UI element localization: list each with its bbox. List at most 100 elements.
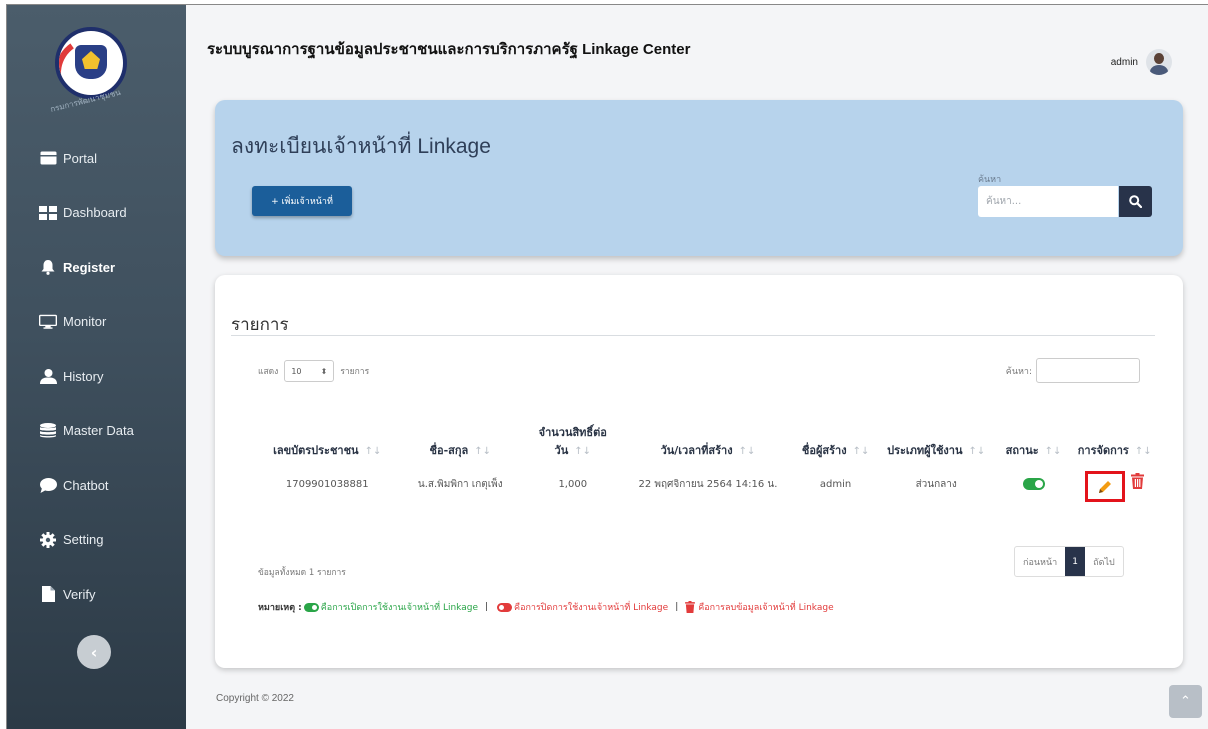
user-name: admin: [1110, 56, 1138, 68]
column-header-status[interactable]: สถานะ ↑↓: [996, 403, 1072, 465]
app-title: ระบบบูรณาการฐานข้อมูลประชาชนและการบริการ…: [207, 41, 691, 58]
sort-icon: ↑↓: [1134, 446, 1152, 457]
column-header-user-type[interactable]: ประเภทผู้ใช้งาน ↑↓: [877, 403, 996, 465]
sidebar-item-label: Register: [63, 259, 116, 275]
sort-icon: ↑↓: [474, 446, 492, 457]
main-content: ระบบบูรณาการฐานข้อมูลประชาชนและการบริการ…: [186, 5, 1208, 729]
chevron-left-icon: ‹: [90, 642, 98, 662]
legend-prefix: หมายเหตุ :: [258, 603, 302, 613]
select-arrows-icon: ⬍: [320, 366, 328, 376]
show-prefix: แสดง: [258, 367, 279, 377]
legend-delete-text: คือการลบข้อมูลเจ้าหน้าที่ Linkage: [698, 603, 834, 613]
sidebar-item-label: Chatbot: [63, 477, 109, 493]
sidebar-collapse-button[interactable]: ‹: [77, 635, 111, 669]
dashboard-icon: [39, 205, 57, 221]
sidebar-item-master-data[interactable]: Master Data: [7, 404, 186, 459]
database-icon: [39, 423, 57, 439]
monitor-icon: [39, 314, 57, 330]
sidebar-item-chatbot[interactable]: Chatbot: [7, 458, 186, 513]
sidebar-item-label: Verify: [63, 586, 96, 602]
gear-icon: [39, 531, 57, 548]
cell-status: [996, 465, 1072, 508]
table-filter: ค้นหา:: [1006, 358, 1140, 383]
search-button[interactable]: [1119, 186, 1152, 217]
portal-icon: [39, 150, 57, 166]
table-info: ข้อมูลทั้งหมด 1 รายการ: [258, 568, 346, 578]
pagination: ก่อนหน้า 1 ถัดไป: [1014, 546, 1124, 577]
page-length-value: 10: [291, 366, 302, 376]
sort-icon: ↑↓: [852, 446, 870, 457]
search-label: ค้นหา: [978, 175, 1002, 185]
list-title: รายการ: [231, 315, 289, 334]
sidebar-item-label: Setting: [63, 532, 104, 548]
sort-icon: ↑↓: [574, 446, 591, 457]
copyright: Copyright © 2022: [216, 693, 294, 704]
search-icon: [1129, 195, 1142, 208]
sort-icon: ↑↓: [968, 446, 986, 457]
register-header-panel: ลงทะเบียนเจ้าหน้าที่ Linkage + เพิ่มเจ้า…: [215, 100, 1183, 256]
column-header-created[interactable]: วัน/เวลาที่สร้าง ↑↓: [621, 403, 794, 465]
sort-icon: ↑↓: [1044, 446, 1062, 457]
sidebar-item-history[interactable]: History: [7, 349, 186, 404]
pagination-page-1[interactable]: 1: [1065, 547, 1086, 576]
sidebar-item-label: Monitor: [63, 314, 107, 330]
cell-user-type: ส่วนกลาง: [915, 479, 957, 490]
column-header-id-card[interactable]: เลขบัตรประชาชน ↑↓: [258, 403, 396, 465]
status-toggle[interactable]: [1022, 478, 1045, 490]
column-header-actions[interactable]: การจัดการ ↑↓: [1071, 403, 1158, 465]
avatar[interactable]: [1146, 49, 1172, 75]
sort-icon: ↑↓: [738, 446, 756, 457]
show-suffix: รายการ: [340, 367, 370, 377]
divider: [231, 335, 1155, 336]
cell-actions: [1071, 465, 1158, 508]
page-length-control: แสดง 10 ⬍ รายการ: [258, 360, 369, 382]
sidebar-item-label: History: [63, 368, 104, 384]
edit-button[interactable]: [1085, 471, 1126, 502]
scroll-to-top-button[interactable]: ⌃: [1169, 685, 1202, 718]
cell-creator: admin: [819, 479, 852, 490]
filter-label: ค้นหา:: [1005, 366, 1032, 377]
sort-icon: ↑↓: [364, 446, 382, 457]
sidebar-item-portal[interactable]: Portal: [7, 131, 186, 186]
legend-off-text: คือการปิดการใช้งานเจ้าหน้าที่ Linkage: [514, 603, 669, 613]
pagination-next[interactable]: ถัดไป: [1085, 547, 1123, 576]
cell-id-card: 1709901038881: [285, 479, 369, 490]
bell-icon: [39, 259, 57, 275]
officer-table: เลขบัตรประชาชน ↑↓ ชื่อ-สกุล ↑↓ จำนวนสิทธิ์…: [258, 403, 1158, 508]
toggle-on-icon: [303, 602, 319, 612]
user-menu[interactable]: admin: [1111, 49, 1172, 75]
sidebar-item-register[interactable]: Register: [7, 240, 186, 295]
table-header-row: เลขบัตรประชาชน ↑↓ ชื่อ-สกุล ↑↓ จำนวนสิทธิ์…: [258, 403, 1158, 465]
toggle-off-icon: [497, 602, 513, 612]
app-window: กรมการพัฒนาชุมชน Portal Dashboard Regist…: [6, 4, 1208, 729]
trash-icon: [1131, 472, 1145, 489]
page-title: ลงทะเบียนเจ้าหน้าที่ Linkage: [231, 135, 491, 158]
officer-list-card: รายการ แสดง 10 ⬍ รายการ ค้นหา: เลขบัตรปร…: [215, 275, 1183, 668]
sidebar: กรมการพัฒนาชุมชน Portal Dashboard Regist…: [7, 5, 186, 729]
sidebar-item-monitor[interactable]: Monitor: [7, 295, 186, 350]
delete-button[interactable]: [1131, 472, 1145, 501]
add-officer-button[interactable]: + เพิ่มเจ้าหน้าที่: [252, 186, 352, 216]
sidebar-item-verify[interactable]: Verify: [7, 567, 186, 622]
legend-separator: |: [485, 602, 489, 612]
legend-on-text: คือการเปิดการใช้งานเจ้าหน้าที่ Linkage: [320, 603, 478, 613]
search-input[interactable]: [978, 186, 1118, 217]
sidebar-nav: Portal Dashboard Register Monitor Histor…: [7, 131, 186, 622]
cell-quota: 1,000: [558, 479, 588, 490]
user-icon: [39, 368, 57, 384]
sidebar-item-setting[interactable]: Setting: [7, 513, 186, 568]
legend-separator: |: [675, 602, 679, 612]
sidebar-item-dashboard[interactable]: Dashboard: [7, 186, 186, 241]
chat-icon: [39, 477, 57, 493]
column-header-quota[interactable]: จำนวนสิทธิ์ต่อ วัน ↑↓: [524, 403, 621, 465]
chevron-up-icon: ⌃: [1180, 694, 1191, 709]
sidebar-item-label: Dashboard: [63, 205, 127, 221]
column-header-creator[interactable]: ชื่อผู้สร้าง ↑↓: [795, 403, 877, 465]
pagination-prev[interactable]: ก่อนหน้า: [1015, 547, 1065, 576]
filter-input[interactable]: [1036, 358, 1140, 383]
table-row: 1709901038881 น.ส.พิมพิกา เกตุเพ็ง 1,000…: [258, 465, 1158, 508]
page-length-select[interactable]: 10 ⬍: [284, 360, 335, 382]
cell-created: 22 พฤศจิกายน 2564 14:16 น.: [638, 479, 778, 490]
column-header-name[interactable]: ชื่อ-สกุล ↑↓: [396, 403, 524, 465]
legend: หมายเหตุ : คือการเปิดการใช้งานเจ้าหน้าที…: [258, 600, 834, 614]
